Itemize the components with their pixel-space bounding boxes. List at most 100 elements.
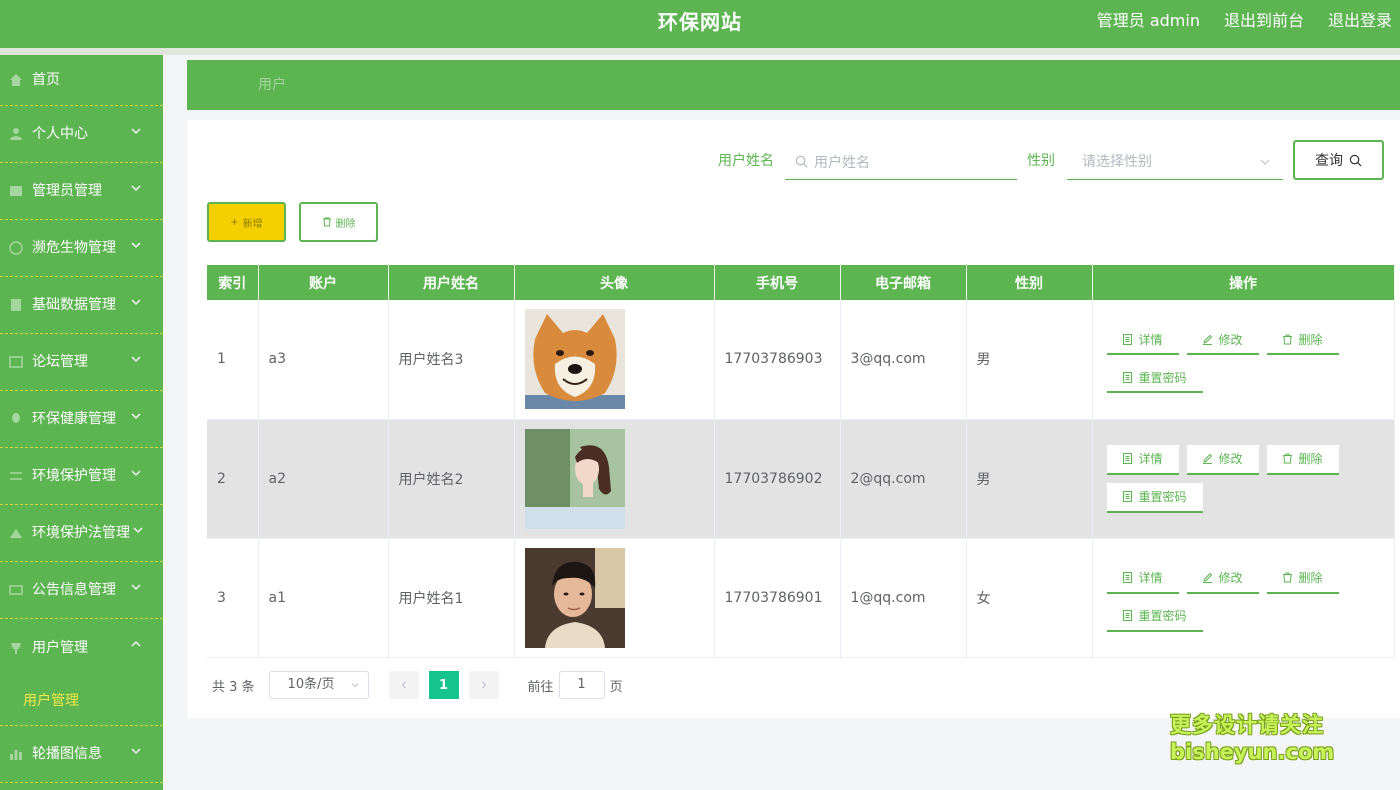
detail-label: 详情	[1138, 452, 1163, 466]
chart-icon	[8, 746, 24, 762]
detail-button[interactable]: 详情	[1106, 563, 1179, 594]
next-page-button[interactable]	[468, 671, 499, 699]
avatar-cell	[514, 419, 715, 539]
delete-button[interactable]: 删除	[1266, 325, 1339, 356]
sidebar: 首页 个人中心 管理员管理 濒危生物管理 基础数据管理 论坛管理 环保健康管理 …	[0, 55, 163, 790]
chevron-down-icon	[131, 242, 141, 248]
delete-label: 删除	[1298, 571, 1323, 585]
name-cell: 用户姓名3	[388, 300, 515, 420]
sidebar-item-base-data[interactable]: 基础数据管理	[0, 277, 163, 334]
page-size-select[interactable]: 10条/页	[268, 671, 369, 699]
reset-password-label: 重置密码	[1138, 370, 1187, 385]
edit-button[interactable]: 修改	[1186, 563, 1259, 594]
phone-cell: 17703786903	[714, 300, 841, 420]
sidebar-item-users[interactable]: 用户管理	[0, 619, 163, 676]
table-header-row: 索引 账户 用户姓名 头像 手机号 电子邮箱 性别 操作	[207, 265, 1395, 300]
add-button[interactable]: + 新增	[207, 202, 286, 242]
edit-button[interactable]: 修改	[1186, 325, 1259, 356]
sidebar-item-carousel[interactable]: 轮播图信息	[0, 726, 163, 783]
sidebar-item-health[interactable]: 环保健康管理	[0, 391, 163, 448]
user-table: 索引 账户 用户姓名 头像 手机号 电子邮箱 性别 操作 1 a3 用户姓名3	[207, 265, 1395, 658]
reset-password-button[interactable]: 重置密码	[1106, 482, 1203, 513]
edit-icon	[1203, 334, 1213, 345]
search-icon	[795, 155, 808, 168]
reset-password-button[interactable]: 重置密码	[1106, 363, 1203, 394]
table-row: 2 a2 用户姓名2 17703786902 2@qq.com 男 详情 修改 …	[207, 419, 1395, 539]
admin-icon	[8, 183, 24, 199]
query-button[interactable]: 查询	[1293, 140, 1384, 180]
detail-button[interactable]: 详情	[1106, 325, 1179, 356]
actions-cell: 详情 修改 删除 重置密码	[1092, 300, 1395, 420]
main-panel: 用户姓名 用户姓名 性别 请选择性别 查询 + 新增 删除 索引 账户 用户姓名…	[187, 120, 1400, 718]
chevron-down-icon	[131, 356, 141, 362]
batch-delete-button[interactable]: 删除	[299, 202, 378, 242]
settings-icon	[8, 468, 24, 484]
admin-label: 管理员 admin	[1096, 11, 1200, 30]
index-cell: 1	[207, 300, 259, 420]
gender-filter-label: 性别	[1027, 153, 1055, 169]
reset-password-button[interactable]: 重置密码	[1106, 601, 1203, 632]
avatar[interactable]	[524, 547, 625, 648]
avatar[interactable]	[524, 428, 625, 529]
column-header: 索引	[207, 265, 259, 300]
document-icon	[1123, 610, 1133, 621]
gender-select[interactable]: 请选择性别	[1067, 144, 1283, 180]
edit-button[interactable]: 修改	[1186, 444, 1259, 475]
phone-cell: 17703786902	[714, 419, 841, 539]
goto-page-input[interactable]: 1	[558, 671, 605, 699]
sidebar-item-profile[interactable]: 个人中心	[0, 106, 163, 163]
law-icon	[8, 525, 24, 541]
plus-icon: +	[230, 216, 239, 228]
sidebar-item-notice[interactable]: 公告信息管理	[0, 562, 163, 619]
breadcrumb-current[interactable]: 用户	[258, 60, 286, 110]
prev-page-button[interactable]	[388, 671, 419, 699]
name-search-input[interactable]: 用户姓名	[785, 144, 1017, 180]
chevron-down-icon	[351, 683, 358, 688]
globe-icon	[8, 240, 24, 256]
chevron-up-icon	[131, 641, 141, 647]
chevron-right-icon	[481, 681, 486, 689]
sidebar-item-label: 论坛管理	[32, 354, 88, 370]
edit-icon	[1203, 572, 1213, 583]
trash-icon	[1283, 334, 1293, 345]
chevron-down-icon	[131, 584, 141, 590]
add-button-label: 新增	[242, 218, 263, 230]
table-row: 1 a3 用户姓名3 17703786903 3@qq.com 男 详情 修改 …	[207, 300, 1395, 420]
page-number-button[interactable]: 1	[428, 671, 459, 699]
watermark: 更多设计请关注 bisheyun.com	[1170, 712, 1340, 766]
page-size-value: 10条/页	[287, 677, 335, 692]
document-icon	[1123, 333, 1133, 345]
back-to-front-link[interactable]: 退出到前台	[1224, 0, 1304, 44]
column-header: 性别	[966, 265, 1093, 300]
avatar[interactable]	[524, 309, 625, 410]
sidebar-item-admin[interactable]: 管理员管理	[0, 163, 163, 220]
delete-button[interactable]: 删除	[1266, 444, 1339, 475]
chevron-down-icon	[133, 527, 143, 533]
chevron-down-icon	[131, 185, 141, 191]
detail-button[interactable]: 详情	[1106, 444, 1179, 475]
delete-button[interactable]: 删除	[1266, 563, 1339, 594]
sidebar-item-home[interactable]: 首页	[0, 55, 163, 106]
chevron-down-icon	[131, 413, 141, 419]
sidebar-item-endangered[interactable]: 濒危生物管理	[0, 220, 163, 277]
chevron-down-icon	[131, 128, 141, 134]
sidebar-item-label: 首页	[32, 72, 60, 88]
sidebar-item-label: 个人中心	[32, 126, 88, 142]
logout-link[interactable]: 退出登录	[1328, 0, 1392, 44]
edit-label: 修改	[1218, 452, 1243, 466]
sidebar-item-forum[interactable]: 论坛管理	[0, 334, 163, 391]
sidebar-item-environment-law[interactable]: 环境保护法管理	[0, 505, 163, 562]
delete-label: 删除	[1298, 452, 1323, 466]
trash-icon	[1283, 453, 1293, 464]
delete-label: 删除	[1298, 332, 1323, 347]
sidebar-subitem-user-management[interactable]: 用户管理	[0, 676, 163, 726]
account-cell: a2	[258, 419, 389, 539]
detail-label: 详情	[1138, 571, 1163, 585]
sidebar-item-environment[interactable]: 环境保护管理	[0, 448, 163, 505]
notice-icon	[8, 582, 24, 598]
sidebar-item-label: 环保健康管理	[32, 411, 116, 427]
reset-password-label: 重置密码	[1138, 609, 1187, 623]
sidebar-item-label: 轮播图信息	[32, 746, 102, 762]
forum-icon	[8, 354, 24, 370]
sidebar-item-label: 基础数据管理	[32, 297, 116, 313]
